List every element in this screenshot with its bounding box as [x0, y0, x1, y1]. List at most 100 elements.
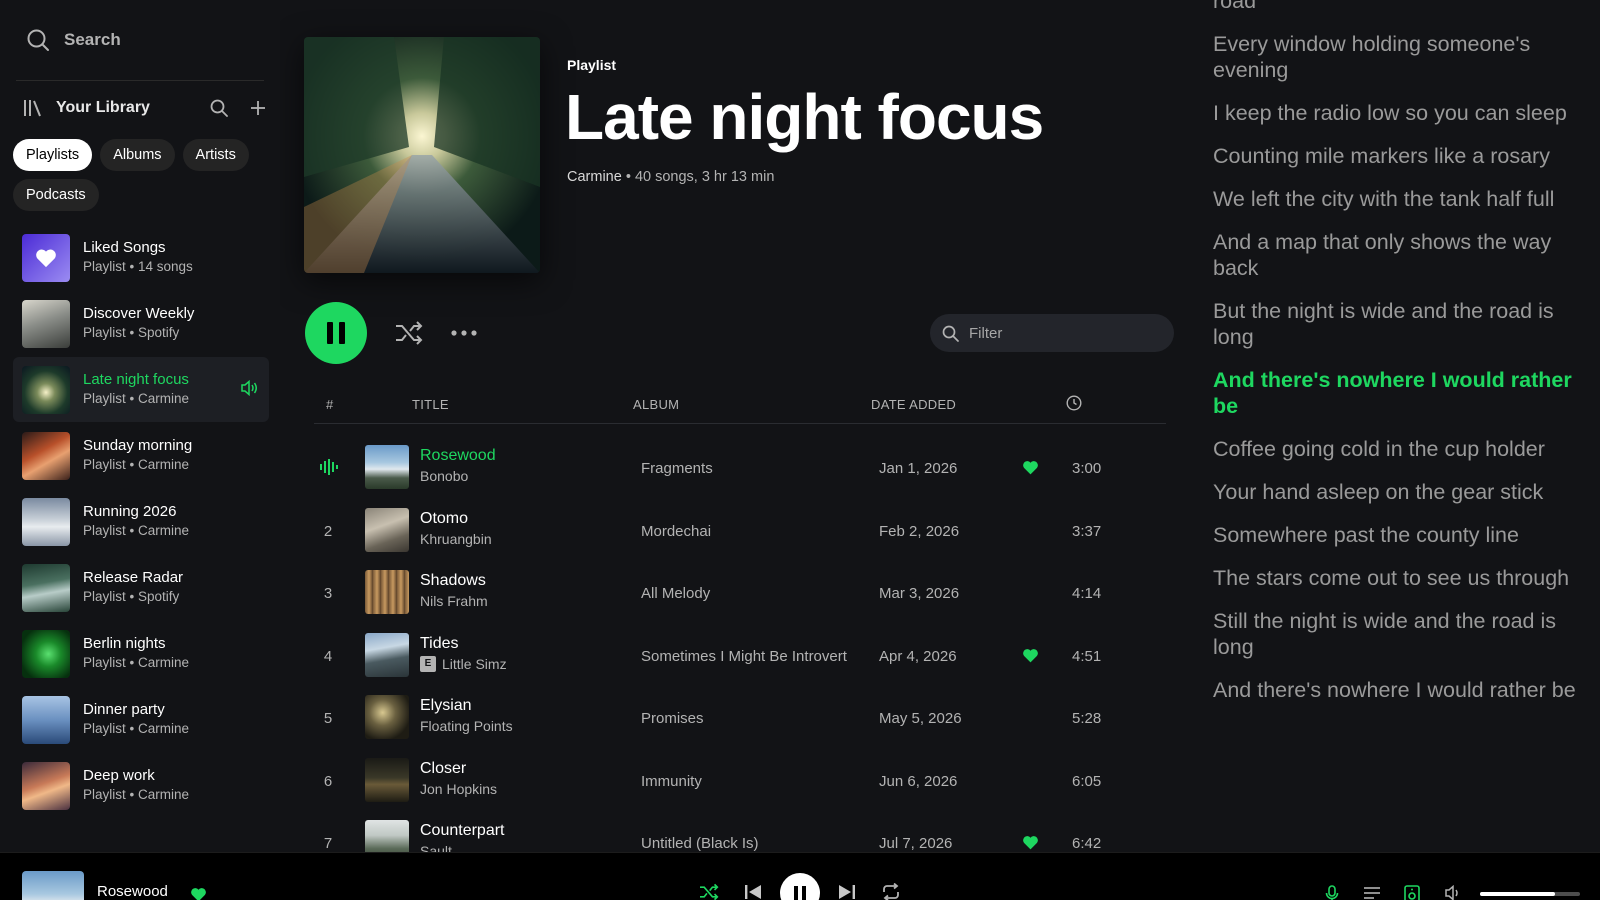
- lyric-line[interactable]: road: [1213, 0, 1593, 14]
- now-playing-title[interactable]: Rosewood: [97, 883, 168, 900]
- liked-heart-icon[interactable]: [1022, 460, 1039, 475]
- track-row[interactable]: 3 Shadows Nils Frahm All Melody Mar 3, 2…: [314, 563, 1166, 626]
- track-album[interactable]: Untitled (Black Is): [641, 835, 759, 852]
- track-duration: 4:14: [1072, 585, 1102, 602]
- col-duration[interactable]: [1066, 395, 1082, 411]
- library-item-berlin-nights[interactable]: Berlin nights Playlist • Carmine: [13, 621, 269, 686]
- track-artist-line: Bonobo: [420, 468, 468, 484]
- next-track-icon[interactable]: [838, 883, 856, 900]
- previous-track-icon[interactable]: [744, 883, 762, 900]
- track-title[interactable]: Otomo: [420, 510, 468, 528]
- track-date-added: Jun 6, 2026: [879, 772, 958, 790]
- playlist-owner[interactable]: Carmine: [567, 169, 622, 185]
- col-title[interactable]: TITLE: [412, 397, 449, 412]
- track-artist[interactable]: Khruangbin: [420, 531, 492, 547]
- track-number: 3: [323, 585, 333, 602]
- library-item-name: Dinner party: [83, 701, 165, 719]
- track-row[interactable]: 2 Otomo Khruangbin Mordechai Feb 2, 2026…: [314, 501, 1166, 564]
- track-title[interactable]: Tides: [420, 635, 459, 653]
- connect-device-icon[interactable]: [1404, 885, 1420, 900]
- track-artist[interactable]: Jon Hopkins: [420, 781, 497, 797]
- track-album[interactable]: Mordechai: [641, 523, 711, 540]
- track-date-added: Feb 2, 2026: [879, 522, 960, 540]
- library-item-deep-work[interactable]: Deep work Playlist • Carmine: [13, 753, 269, 818]
- lyric-line[interactable]: Every window holding someone's evening: [1213, 31, 1593, 83]
- lyric-line[interactable]: We left the city with the tank half full: [1213, 186, 1593, 212]
- lyric-line[interactable]: Somewhere past the county line: [1213, 522, 1593, 548]
- player-shuffle-icon[interactable]: [699, 883, 719, 900]
- queue-icon[interactable]: [1363, 885, 1381, 900]
- track-artist[interactable]: Nils Frahm: [420, 593, 488, 609]
- track-title[interactable]: Closer: [420, 760, 466, 778]
- now-playing-thumb[interactable]: [22, 871, 84, 900]
- chip-podcasts[interactable]: Podcasts: [13, 179, 99, 211]
- lyric-line[interactable]: And there's nowhere I would rather be: [1213, 677, 1593, 703]
- liked-heart-icon[interactable]: [1022, 648, 1039, 663]
- lyric-line[interactable]: Still the night is wide and the road is …: [1213, 608, 1593, 660]
- lyric-line[interactable]: Coffee going cold in the cup holder: [1213, 436, 1593, 462]
- sidebar-search[interactable]: Search: [26, 28, 121, 52]
- track-row[interactable]: Rosewood Bonobo Fragments Jan 1, 2026 3:…: [314, 438, 1166, 501]
- library-item-dinner-party[interactable]: Dinner party Playlist • Carmine: [13, 687, 269, 752]
- col-num: #: [326, 397, 334, 412]
- library-icon[interactable]: [22, 98, 42, 118]
- player-pause-button[interactable]: [780, 873, 820, 900]
- track-album[interactable]: Immunity: [641, 773, 702, 790]
- track-row[interactable]: 4 Tides E Little Simz Sometimes I Might B…: [314, 626, 1166, 689]
- library-item-discover-weekly[interactable]: Discover Weekly Playlist • Spotify: [13, 291, 269, 356]
- shuffle-icon[interactable]: [395, 320, 423, 346]
- library-item-name: Sunday morning: [83, 437, 193, 455]
- track-artist[interactable]: Sault: [420, 843, 452, 852]
- filter-box[interactable]: [930, 314, 1174, 352]
- track-artist[interactable]: Little Simz: [442, 656, 507, 672]
- col-date-added[interactable]: DATE ADDED: [871, 397, 956, 412]
- lyric-line[interactable]: The stars come out to see us through: [1213, 565, 1593, 591]
- track-title[interactable]: Rosewood: [420, 447, 496, 465]
- track-row[interactable]: 5 Elysian Floating Points Promises May 5…: [314, 688, 1166, 751]
- track-title[interactable]: Shadows: [420, 572, 486, 590]
- library-item-name: Deep work: [83, 767, 155, 785]
- track-title[interactable]: Elysian: [420, 697, 472, 715]
- lyric-line[interactable]: I keep the radio low so you can sleep: [1213, 100, 1593, 126]
- track-row[interactable]: 7 Counterpart Sault Untitled (Black Is) …: [314, 813, 1166, 852]
- explicit-badge: E: [420, 655, 436, 672]
- library-item-liked-songs[interactable]: Liked Songs Playlist • 14 songs: [13, 225, 269, 290]
- library-item-late-night-focus[interactable]: Late night focus Playlist • Carmine: [13, 357, 269, 422]
- library-search-icon[interactable]: [210, 99, 228, 117]
- library-item-release-radar[interactable]: Release Radar Playlist • Spotify: [13, 555, 269, 620]
- lyric-line[interactable]: And a map that only shows the way back: [1213, 229, 1593, 281]
- add-icon[interactable]: [250, 100, 266, 116]
- filter-input[interactable]: [969, 324, 1159, 342]
- track-album[interactable]: Sometimes I Might Be Introvert: [641, 648, 847, 665]
- track-album[interactable]: Fragments: [641, 460, 713, 477]
- library-item-sub: Playlist • Carmine: [83, 390, 190, 406]
- track-artist-line: Nils Frahm: [420, 593, 488, 609]
- volume-icon[interactable]: [1445, 885, 1463, 900]
- lyric-line-current[interactable]: And there's nowhere I would rather be: [1213, 367, 1593, 419]
- chip-playlists[interactable]: Playlists: [13, 139, 93, 171]
- chip-albums[interactable]: Albums: [100, 139, 175, 171]
- track-row[interactable]: 6 Closer Jon Hopkins Immunity Jun 6, 202…: [314, 751, 1166, 814]
- track-duration: 3:37: [1072, 522, 1102, 540]
- track-artist[interactable]: Floating Points: [420, 718, 513, 734]
- chip-artists[interactable]: Artists: [182, 139, 249, 171]
- track-title[interactable]: Counterpart: [420, 822, 505, 840]
- now-playing-liked-icon[interactable]: [190, 887, 207, 900]
- lyric-line[interactable]: But the night is wide and the road is lo…: [1213, 298, 1593, 350]
- more-options-icon[interactable]: [451, 329, 477, 337]
- track-album[interactable]: All Melody: [641, 585, 710, 602]
- library-title[interactable]: Your Library: [56, 99, 210, 117]
- col-album[interactable]: ALBUM: [633, 397, 679, 412]
- track-album[interactable]: Promises: [641, 710, 704, 727]
- volume-slider[interactable]: [1480, 892, 1580, 896]
- track-thumb: [365, 445, 409, 489]
- lyric-line[interactable]: Counting mile markers like a rosary: [1213, 143, 1593, 169]
- track-artist[interactable]: Bonobo: [420, 468, 468, 484]
- liked-heart-icon[interactable]: [1022, 835, 1039, 850]
- library-item-sunday-morning[interactable]: Sunday morning Playlist • Carmine: [13, 423, 269, 488]
- repeat-icon[interactable]: [881, 883, 901, 900]
- lyric-line[interactable]: Your hand asleep on the gear stick: [1213, 479, 1593, 505]
- lyrics-mic-icon[interactable]: [1325, 885, 1339, 900]
- library-item-running-2026[interactable]: Running 2026 Playlist • Carmine: [13, 489, 269, 554]
- pause-button[interactable]: [305, 302, 367, 364]
